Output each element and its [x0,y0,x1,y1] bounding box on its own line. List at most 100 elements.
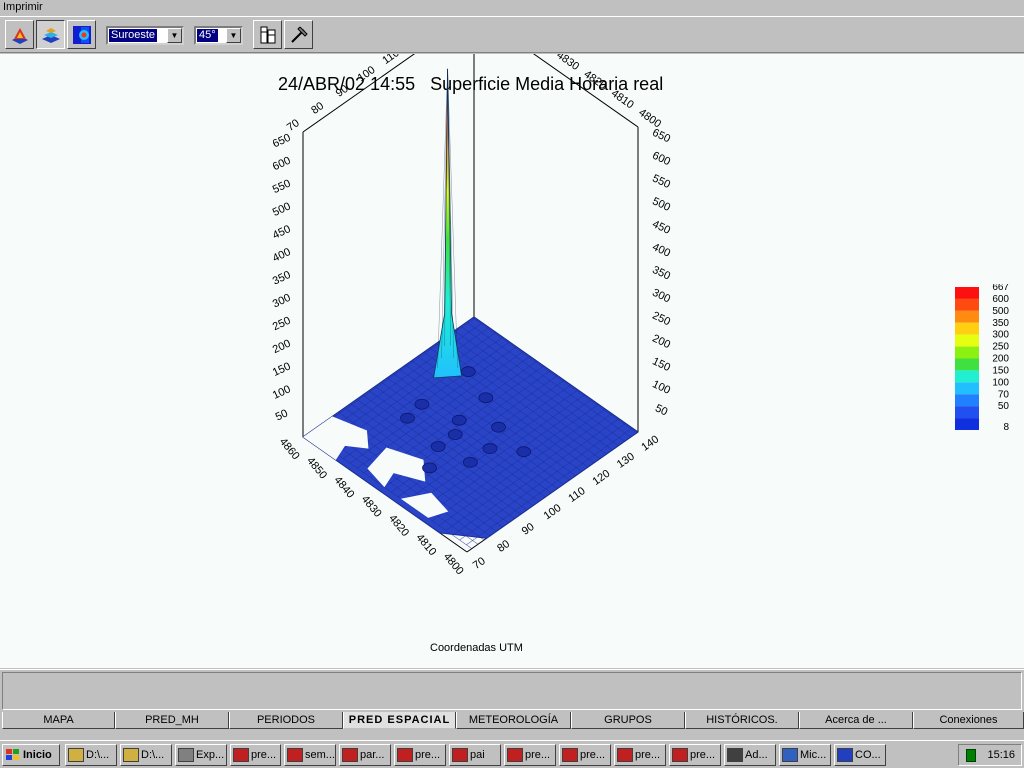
taskbar-button-label: par... [360,749,385,761]
taskbar-button[interactable]: pre... [394,744,446,766]
taskbar-button-label: pai [470,749,485,761]
surface-bump [482,443,498,454]
z-tick-label: 350 [271,269,293,288]
tab-5[interactable]: GRUPOS [571,712,685,729]
view-angle-select[interactable]: 45° ▼ [194,26,243,45]
legend-label: 70 [998,389,1010,400]
legend-swatch [955,346,979,359]
z-tick-label-right: 350 [650,264,672,283]
tab-4[interactable]: METEOROLOGÍA [456,712,571,729]
surface-3d-button[interactable] [5,20,34,49]
legend-swatch [955,298,979,311]
taskbar-button[interactable]: pre... [504,744,556,766]
tab-6[interactable]: HISTÓRICOS. [685,712,799,729]
table-button[interactable] [253,20,282,49]
z-tick-label: 150 [271,360,293,379]
taskbar-button[interactable]: pre... [230,744,281,766]
legend-swatch [955,287,979,299]
tab-8[interactable]: Conexiones [913,712,1024,729]
x-tick-label: 110 [566,485,587,505]
taskbar-button-label: pre... [525,749,551,761]
tab-3[interactable]: PRED ESPACIAL [343,712,456,729]
legend-swatch [955,406,979,419]
taskbar-button[interactable]: pai [449,744,501,766]
surface-bump [451,414,467,426]
legend-label: 50 [998,401,1010,412]
x-tick-label: 100 [542,502,564,522]
x-tick-label-top: 90 [334,83,351,100]
z-tick-label: 450 [271,223,293,242]
menu-item-print[interactable]: Imprimir [3,1,43,13]
tab-strip: MAPA PRED_MH PERIODOS PRED ESPACIAL METEOROL… [0,712,1024,729]
surface-bump [462,456,478,468]
legend-label: 100 [992,377,1009,388]
taskbar-button[interactable]: par... [339,744,391,766]
color-legend: 6676005003503002502001501007050 8 [955,284,1010,433]
app-icon [397,748,413,762]
app-icon [178,748,194,762]
taskbar-button[interactable]: Mic... [779,744,831,766]
tools-button[interactable] [284,20,313,49]
taskbar-button[interactable]: pre... [614,744,666,766]
taskbar-button-label: pre... [251,749,277,761]
chevron-down-icon[interactable]: ▼ [167,28,182,43]
taskbar-button-label: pre... [580,749,606,761]
surface-bump [400,412,415,424]
toolbar: Suroeste ▼ 45° ▼ [0,16,1024,53]
legend-swatch [955,382,979,395]
taskbar-button[interactable]: D:\... [65,744,117,766]
taskbar-button-label: Exp... [196,749,225,761]
z-tick-label-right: 450 [650,218,672,237]
x-tick-label: 130 [615,451,637,471]
y-tick-label: 4810 [413,532,438,558]
y-tick-label-top: 4800 [636,107,663,131]
app-icon [233,748,249,762]
z-tick-label-right: 250 [650,310,672,329]
view-angle-value: 45° [197,29,218,42]
z-tick-label-right: 400 [650,241,672,260]
z-tick-label: 300 [271,292,293,311]
tab-7[interactable]: Acerca de ... [799,712,913,729]
surface-chart: 7070808090901001001101101201201301301401… [271,54,672,577]
legend-label: 600 [992,294,1009,305]
z-tick-label-right: 300 [650,287,672,306]
taskbar-button[interactable]: D:\... [120,744,172,766]
app-icon [452,748,468,762]
chevron-down-icon[interactable]: ▼ [226,28,241,43]
color-map-button[interactable] [67,20,96,49]
surface-bump [430,441,446,452]
surface-bump [447,429,463,440]
view-direction-select[interactable]: Suroeste ▼ [106,26,184,45]
z-tick-label-right: 200 [650,333,672,352]
taskbar-button[interactable]: Exp... [175,744,227,766]
chart-x-label: Coordenadas UTM [430,642,523,654]
taskbar-button[interactable]: pre... [669,744,721,766]
taskbar-button[interactable]: sem... [284,744,336,766]
x-tick-label: 140 [639,433,661,453]
taskbar-button-label: pre... [690,749,716,761]
legend-swatch [955,334,979,347]
tab-1[interactable]: PRED_MH [115,712,229,729]
taskbar-button[interactable]: CO... [834,744,886,766]
taskbar-button-label: CO... [855,749,881,761]
legend-label: 8 [1003,422,1009,433]
tab-2[interactable]: PERIODOS [229,712,343,729]
start-button[interactable]: Inicio [2,744,60,766]
taskbar-button[interactable]: Ad... [724,744,776,766]
layers-3d-button[interactable] [36,20,65,49]
z-tick-label-right: 500 [650,195,672,214]
surface-bump [422,462,437,474]
app-icon [782,748,798,762]
battery-icon[interactable] [966,749,976,762]
taskbar-button[interactable]: pre... [559,744,611,766]
surface-bump [478,392,494,404]
color-map-icon [72,25,91,44]
surface-bump [491,421,506,433]
tab-0[interactable]: MAPA [2,712,115,729]
x-tick-label-top: 100 [356,64,378,84]
z-tick-label-right: 50 [653,402,669,418]
clock: 15:16 [987,749,1015,761]
z-tick-label: 200 [271,338,293,357]
z-tick-label: 50 [274,407,290,423]
table-icon [260,26,275,43]
